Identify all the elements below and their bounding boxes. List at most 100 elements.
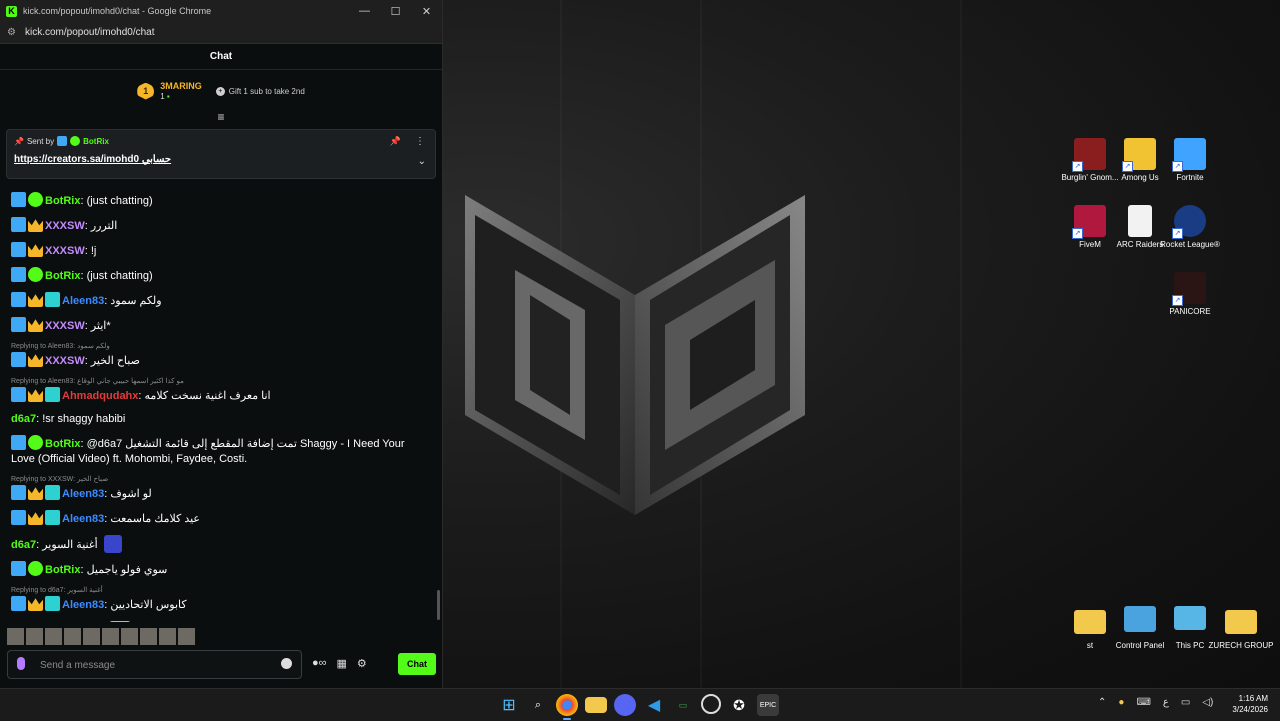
chat-username[interactable]: Aleen83: [62, 599, 104, 611]
chat-username[interactable]: BotRix: [45, 195, 80, 207]
chat-username[interactable]: BotRix: [45, 438, 80, 450]
reply-context[interactable]: Replying to d6a7: أغنية السوير: [0, 586, 436, 595]
rank-medal-icon: 1: [137, 82, 155, 100]
og-badge-icon: [45, 292, 60, 307]
subscriber-crown-icon: [28, 354, 43, 367]
clock[interactable]: 1:16 AM 3/24/2026: [1232, 693, 1268, 715]
moderator-badge-icon: [11, 192, 26, 207]
search-icon[interactable]: ⌕: [527, 694, 549, 716]
pinned-link[interactable]: https://creators.sa/imohd0 حسابي: [14, 154, 171, 165]
discord-icon[interactable]: [614, 694, 636, 716]
microphone-icon[interactable]: [17, 657, 25, 670]
vscode-icon[interactable]: ◀: [643, 694, 665, 716]
chat-message: d6a7: !sr shaggy habibi: [0, 412, 436, 427]
moderator-badge-icon: [11, 352, 26, 367]
site-info-icon[interactable]: ⚙: [7, 27, 19, 38]
windows-start-icon[interactable]: ⊞: [498, 694, 520, 716]
gift-sub-prompt[interactable]: + Gift 1 sub to take 2nd: [215, 86, 305, 96]
moderator-badge-icon: [11, 510, 26, 525]
chat-message: Ahmadqudahx: انا معرف اغنية نسخت كلامه: [0, 387, 436, 404]
chat-username[interactable]: Aleen83: [62, 295, 104, 307]
avatar[interactable]: [45, 628, 62, 645]
avatar[interactable]: [178, 628, 195, 645]
chevron-down-icon[interactable]: ⌄: [418, 156, 426, 167]
chat-header: Chat: [0, 44, 442, 70]
chat-message: Aleen83: ولكم سمود: [0, 292, 436, 309]
chat-username[interactable]: Aleen83: [62, 488, 104, 500]
chat-username[interactable]: d6a7: [11, 413, 36, 425]
gift-shop-icon[interactable]: ▦: [337, 657, 347, 670]
avatar[interactable]: [102, 628, 119, 645]
avatar[interactable]: [140, 628, 157, 645]
desktop-icon-panicore[interactable]: ↗ PANICORE: [1157, 272, 1223, 317]
address-bar[interactable]: ⚙ kick.com/popout/imohd0/chat: [0, 22, 442, 44]
avatar[interactable]: [83, 628, 100, 645]
reply-context[interactable]: Replying to XXXSW: صباح الخير: [0, 475, 436, 484]
file-icon: [1128, 205, 1152, 237]
wallpaper-logo: [465, 195, 805, 515]
message-input[interactable]: [38, 655, 272, 675]
desktop-icon-zurech-group[interactable]: ZURECH GROUP: [1208, 606, 1274, 651]
chevron-up-icon[interactable]: ⌃: [1098, 697, 1106, 708]
window-title: kick.com/popout/imohd0/chat - Google Chr…: [23, 6, 212, 16]
leader-count: 1 ▪: [160, 92, 170, 101]
chat-username[interactable]: XXXSW: [45, 355, 85, 367]
close-button[interactable]: ✕: [411, 5, 442, 18]
epic-games-icon[interactable]: EPIC: [757, 694, 779, 716]
maximize-button[interactable]: ☐: [380, 5, 411, 18]
keyboard-icon[interactable]: ⌨: [1136, 697, 1150, 708]
chat-scrollbar[interactable]: [437, 590, 440, 620]
chat-text: (just chatting): [86, 270, 153, 282]
chrome-icon[interactable]: [556, 694, 578, 720]
file-explorer-icon[interactable]: [585, 697, 607, 713]
chat-username[interactable]: Aleen83: [62, 513, 104, 525]
app-icon[interactable]: ▭: [672, 694, 694, 716]
avatar[interactable]: [64, 628, 81, 645]
pinned-sender[interactable]: BotRix: [83, 137, 109, 146]
chat-message: XXXSW: صباح الخير: [0, 352, 436, 369]
moderator-badge-icon: [11, 596, 26, 611]
chat-username[interactable]: Ahmadqudahx: [62, 390, 138, 402]
chat-username[interactable]: d6a7: [11, 539, 36, 551]
viewer-avatars: [7, 628, 195, 645]
subscriber-crown-icon: [28, 244, 43, 257]
chat-message: Aleen83: عيد كلامك ماسمعت: [0, 510, 436, 527]
chat-username[interactable]: BotRix: [45, 270, 80, 282]
unpin-icon[interactable]: 📌: [390, 136, 401, 147]
chat-username[interactable]: XXXSW: [45, 320, 85, 332]
chat-text: عيد كلامك ماسمعت: [110, 513, 200, 525]
send-chat-button[interactable]: Chat: [398, 653, 436, 675]
steam-icon[interactable]: ✪: [728, 694, 750, 716]
reply-context[interactable]: Replying to Aleen83: مو كذا اكثير اسمها …: [0, 377, 436, 386]
microphone-tray-icon[interactable]: ●: [1118, 697, 1124, 708]
fortnite-icon: ↗: [1172, 138, 1206, 172]
chat-username[interactable]: XXXSW: [45, 220, 85, 232]
chat-username[interactable]: BotRix: [45, 564, 80, 576]
verified-badge-icon: [28, 435, 43, 450]
more-options-icon[interactable]: ⋮: [415, 136, 425, 147]
avatar[interactable]: [26, 628, 43, 645]
avatar[interactable]: [121, 628, 138, 645]
desktop-icon-rocket-league[interactable]: ↗ Rocket League®: [1157, 205, 1223, 250]
panicore-icon: ↗: [1172, 272, 1206, 306]
monitor-icon: [1174, 606, 1206, 630]
volume-icon[interactable]: ◁): [1202, 697, 1213, 708]
avatar[interactable]: [7, 628, 24, 645]
network-icon[interactable]: ▭: [1181, 697, 1190, 708]
reply-context[interactable]: Replying to Aleen83: ولكم سمود: [0, 342, 436, 351]
desktop-icon-fortnite[interactable]: ↗ Fortnite: [1157, 138, 1223, 183]
gear-icon[interactable]: ⚙: [357, 657, 367, 670]
rocket-league-icon: ↗: [1172, 205, 1206, 239]
og-badge-icon: [45, 596, 60, 611]
minimize-button[interactable]: —: [349, 5, 380, 18]
language-indicator[interactable]: ع: [1163, 697, 1169, 708]
avatar[interactable]: [159, 628, 176, 645]
kicks-icon[interactable]: ●∞: [312, 657, 327, 670]
subscriber-crown-icon: [28, 219, 43, 232]
pin-icon: 📌: [14, 136, 24, 146]
leader-name[interactable]: 3MARING: [160, 81, 202, 92]
kick-favicon-icon: K: [6, 5, 17, 17]
emoji-icon[interactable]: [281, 658, 292, 669]
obs-icon[interactable]: [701, 694, 721, 714]
chat-username[interactable]: XXXSW: [45, 245, 85, 257]
